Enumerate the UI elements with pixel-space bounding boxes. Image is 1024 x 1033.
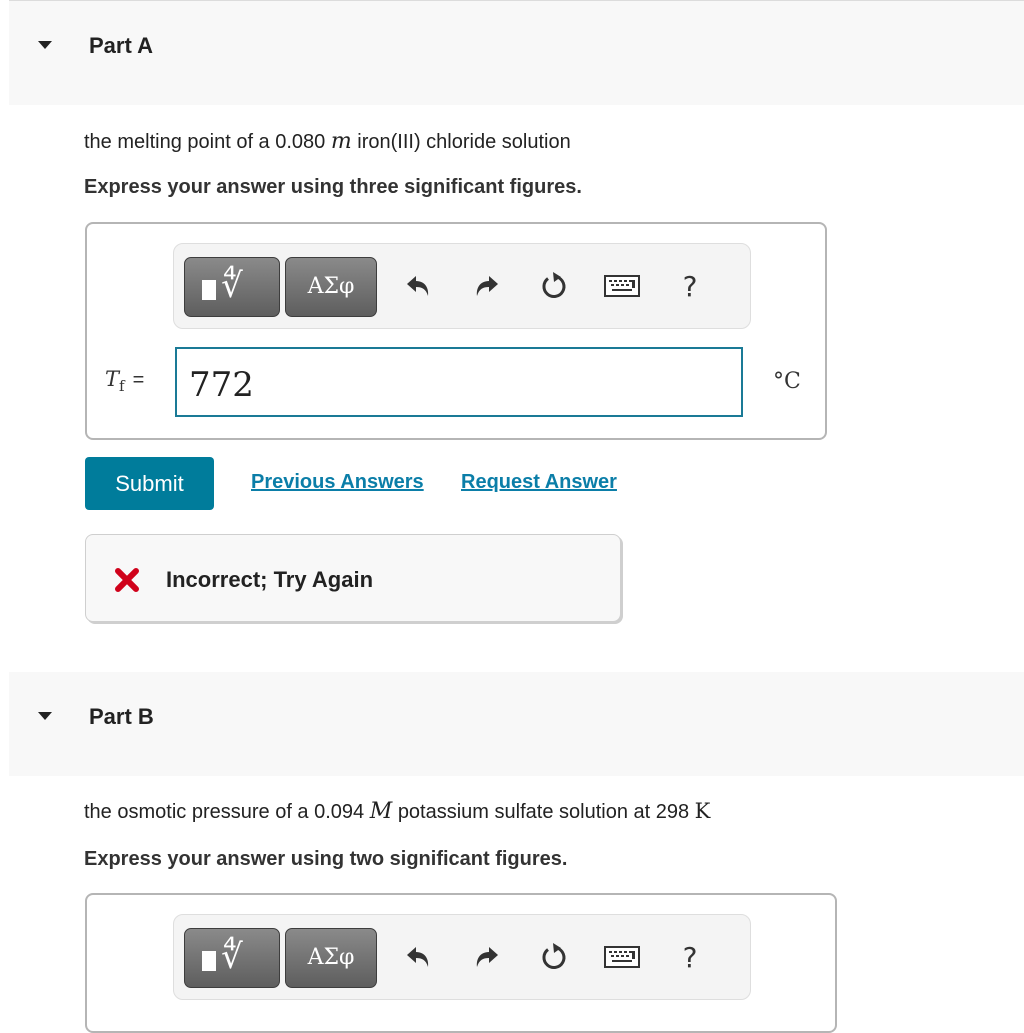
part-b-instruction: Express your answer using two significan…: [84, 848, 568, 870]
redo-icon[interactable]: [466, 937, 506, 977]
part-b-question: the osmotic pressure of a 0.094 M potass…: [84, 799, 710, 824]
part-a-answer-box: ∜ ΑΣφ ? Tf = °C: [85, 222, 827, 440]
caret-down-icon[interactable]: [38, 41, 52, 49]
templates-radical-icon: [202, 280, 216, 300]
reset-icon[interactable]: [534, 937, 574, 977]
part-b-header[interactable]: Part B: [9, 672, 1024, 776]
math-toolbar: ∜ ΑΣφ ?: [173, 914, 751, 1000]
help-button[interactable]: ?: [670, 937, 710, 977]
feedback-incorrect: Incorrect; Try Again: [85, 534, 621, 622]
part-b-answer-box: ∜ ΑΣφ ?: [85, 893, 837, 1033]
request-answer-link[interactable]: Request Answer: [461, 471, 617, 494]
caret-down-icon[interactable]: [38, 712, 52, 720]
part-a-title: Part A: [89, 33, 153, 58]
redo-icon[interactable]: [466, 266, 506, 306]
question-suffix: iron(III) chloride solution: [357, 131, 571, 153]
variable-symbol: T: [105, 367, 120, 391]
keyboard-icon[interactable]: [602, 266, 642, 306]
question-prefix: the osmotic pressure of a 0.094: [84, 801, 365, 823]
answer-input[interactable]: [175, 347, 743, 417]
question-prefix: the melting point of a 0.080: [84, 131, 326, 153]
symbols-button[interactable]: ΑΣφ: [285, 928, 377, 988]
submit-button[interactable]: Submit: [85, 457, 214, 510]
radical-glyph: ∜: [221, 266, 243, 306]
undo-icon[interactable]: [399, 266, 439, 306]
reset-icon[interactable]: [534, 266, 574, 306]
radical-glyph: ∜: [221, 937, 243, 977]
templates-button[interactable]: ∜: [184, 928, 280, 988]
symbols-button[interactable]: ΑΣφ: [285, 257, 377, 317]
previous-answers-link[interactable]: Previous Answers: [251, 471, 424, 494]
templates-button[interactable]: ∜: [184, 257, 280, 317]
equals-sign: =: [132, 369, 145, 391]
undo-icon[interactable]: [399, 937, 439, 977]
part-a-header[interactable]: Part A: [9, 1, 1024, 105]
part-a-question: the melting point of a 0.080 m iron(III)…: [84, 129, 571, 154]
part-a-instruction: Express your answer using three signific…: [84, 176, 582, 198]
question-middle: potassium sulfate solution at 298: [397, 801, 690, 823]
keyboard-icon[interactable]: [602, 937, 642, 977]
help-button[interactable]: ?: [670, 266, 710, 306]
unit-symbol: M: [369, 799, 393, 824]
variable-subscript: f: [119, 377, 125, 396]
variable-label: Tf =: [105, 367, 144, 395]
templates-radical-icon: [202, 951, 216, 971]
answer-unit: °C: [773, 369, 801, 394]
unit-symbol: m: [330, 129, 352, 154]
part-b-title: Part B: [89, 704, 154, 729]
feedback-message: Incorrect; Try Again: [166, 567, 374, 592]
red-x-icon: [114, 567, 140, 598]
temperature-unit: K: [694, 799, 711, 823]
math-toolbar: ∜ ΑΣφ ?: [173, 243, 751, 329]
